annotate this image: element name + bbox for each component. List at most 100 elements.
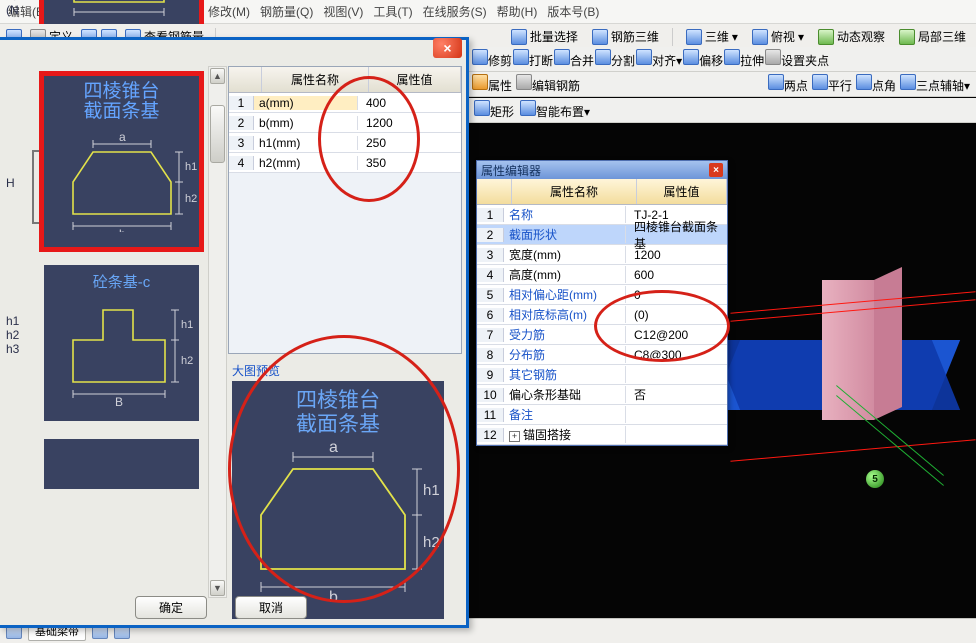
pe-row-idx: 3 — [477, 248, 504, 262]
pe-row[interactable]: 6相对底标高(m)(0) — [477, 305, 727, 325]
menu-rebar[interactable]: 钢筋量(Q) — [260, 3, 313, 20]
menu-online[interactable]: 在线服务(S) — [423, 3, 487, 20]
break-tool[interactable]: 打断 — [513, 49, 553, 69]
svg-text:h2: h2 — [181, 355, 193, 367]
pe-row-val[interactable]: 1200 — [626, 248, 727, 262]
property-editor-close[interactable]: × — [709, 163, 723, 177]
thumbnail-next[interactable] — [44, 439, 199, 489]
menu-help[interactable]: 帮助(H) — [497, 3, 538, 20]
cancel-button[interactable]: 取消 — [235, 596, 307, 619]
sub-toolbar: 矩形 智能布置▾ — [466, 98, 976, 123]
pe-row-val[interactable]: 600 — [626, 268, 727, 282]
pe-row[interactable]: 5相对偏心距(mm)0 — [477, 285, 727, 305]
thumbnail-list: H 四棱锥台截面条基 a b h1 h2 h1 h2 h3 砼条基-c — [0, 66, 222, 596]
row-val[interactable]: 400 — [358, 96, 461, 110]
trim-tool[interactable]: 修剪 — [472, 49, 512, 69]
view-top[interactable]: 俯视▾ — [748, 27, 808, 46]
row-val[interactable]: 250 — [358, 136, 461, 150]
property-editor-title: 属性编辑器 — [481, 162, 541, 179]
join-tool[interactable]: 合并 — [554, 49, 594, 69]
pe-head-name: 属性名称 — [512, 179, 637, 204]
batch-select[interactable]: 批量选择 — [507, 27, 582, 46]
scroll-down-icon[interactable]: ▼ — [210, 580, 225, 596]
thumb1-leftlabels: H — [6, 176, 42, 190]
svg-text:h1: h1 — [185, 161, 197, 173]
local-3d[interactable]: 局部三维 — [895, 27, 970, 46]
pe-head-val: 属性值 — [637, 179, 727, 204]
point-angle[interactable]: 点角 — [856, 74, 896, 94]
view-3d[interactable]: 三维▾ — [682, 27, 742, 46]
pe-row-name: 名称 — [504, 206, 626, 223]
pe-row-name: 分布筋 — [504, 346, 626, 363]
grip-tool[interactable]: 设置夹点 — [765, 49, 829, 69]
rect-tool[interactable]: 矩形 — [474, 100, 514, 120]
pe-row[interactable]: 3宽度(mm)1200 — [477, 245, 727, 265]
grid-row[interactable]: 3h1(mm)250 — [229, 133, 461, 153]
menu-view[interactable]: 视图(V) — [323, 3, 363, 20]
edit-rebar-btn[interactable]: 编辑钢筋 — [516, 74, 580, 94]
pe-row[interactable]: 4高度(mm)600 — [477, 265, 727, 285]
properties-btn[interactable]: 属性 — [472, 74, 512, 94]
property-editor-titlebar[interactable]: 属性编辑器 × — [477, 161, 727, 179]
pe-row-name: 备注 — [504, 406, 626, 423]
rebar-3d[interactable]: 钢筋三维 — [588, 27, 663, 46]
pe-row-idx: 5 — [477, 288, 504, 302]
pe-row-val[interactable]: (0) — [626, 308, 727, 322]
pe-row-val[interactable]: 0 — [626, 288, 727, 302]
grid-head-blank — [229, 67, 262, 92]
row-val[interactable]: 350 — [358, 156, 461, 170]
pe-row-val[interactable]: 否 — [626, 386, 727, 403]
pe-row[interactable]: 11备注 — [477, 405, 727, 425]
thumbnail-scrollbar[interactable]: ▲ ▼ — [208, 66, 227, 598]
stretch-tool[interactable]: 拉伸 — [724, 49, 764, 69]
menu-modify[interactable]: 修改(M) — [208, 3, 250, 20]
grid-row[interactable]: 4h2(mm)350 — [229, 153, 461, 173]
pe-row-val[interactable]: C12@200 — [626, 328, 727, 342]
grid-header: 属性名称 属性值 — [229, 67, 461, 93]
pe-row[interactable]: 2截面形状四棱锥台截面条基 — [477, 225, 727, 245]
pe-row[interactable]: 10偏心条形基础否 — [477, 385, 727, 405]
three-point-aux[interactable]: 三点辅轴▾ — [900, 74, 970, 94]
pe-row-idx: 11 — [477, 408, 504, 422]
pe-row-name: 高度(mm) — [504, 266, 626, 283]
menu-version[interactable]: 版本号(B) — [547, 3, 599, 20]
pe-row-idx: 9 — [477, 368, 504, 382]
cut-left-labels: 脚 (N — [6, 0, 19, 17]
two-point[interactable]: 两点 — [768, 74, 808, 94]
align-tool[interactable]: 对齐▾ — [636, 49, 682, 69]
dialog-close-button[interactable]: × — [433, 38, 462, 58]
pe-row-val[interactable]: C8@300 — [626, 348, 727, 362]
grid-row[interactable]: 2b(mm)1200 — [229, 113, 461, 133]
parallel[interactable]: 平行 — [812, 74, 852, 94]
scroll-up-icon[interactable]: ▲ — [210, 68, 225, 84]
ok-button[interactable]: 确定 — [135, 596, 207, 619]
menu-tool[interactable]: 工具(T) — [373, 3, 412, 20]
preview-label: 大图预览 — [232, 362, 460, 379]
pe-row[interactable]: 7受力筋C12@200 — [477, 325, 727, 345]
scroll-thumb[interactable] — [210, 105, 225, 163]
row-val[interactable]: 1200 — [358, 116, 461, 130]
pe-row-idx: 2 — [477, 228, 504, 242]
pe-row-name: 受力筋 — [504, 326, 626, 343]
row-idx: 4 — [229, 156, 254, 170]
thumbnail-title: 砼条基-c — [93, 271, 151, 292]
pe-header: 属性名称 属性值 — [477, 179, 727, 205]
pe-row[interactable]: 9其它钢筋 — [477, 365, 727, 385]
pe-row[interactable]: 8分布筋C8@300 — [477, 345, 727, 365]
edit-tools-row: 修剪 打断 合并 分割 对齐▾ 偏移 拉伸 设置夹点 — [466, 47, 976, 72]
thumbnail-frustum[interactable]: 四棱锥台截面条基 a b h1 h2 — [44, 76, 199, 247]
thumbnail-concrete-c[interactable]: 砼条基-c h1 h2 B — [44, 265, 199, 421]
pe-row[interactable]: 12+锚固搭接 — [477, 425, 727, 445]
pe-head-blank — [477, 179, 512, 204]
pe-row-val[interactable]: 四棱锥台截面条基 — [626, 218, 727, 252]
pe-row-name: +锚固搭接 — [504, 426, 626, 443]
offset-tool[interactable]: 偏移 — [683, 49, 723, 69]
row-idx: 1 — [229, 96, 254, 110]
3d-model — [726, 220, 946, 460]
dynamic-orbit[interactable]: 动态观察 — [814, 27, 889, 46]
smartplace-tool[interactable]: 智能布置▾ — [520, 100, 590, 120]
property-editor-panel[interactable]: 属性编辑器 × 属性名称 属性值 1名称TJ-2-12截面形状四棱锥台截面条基3… — [476, 160, 728, 446]
grid-row[interactable]: 1a(mm)400 — [229, 93, 461, 113]
split-tool[interactable]: 分割 — [595, 49, 635, 69]
preview-title: 四棱锥台截面条基 — [296, 389, 380, 437]
